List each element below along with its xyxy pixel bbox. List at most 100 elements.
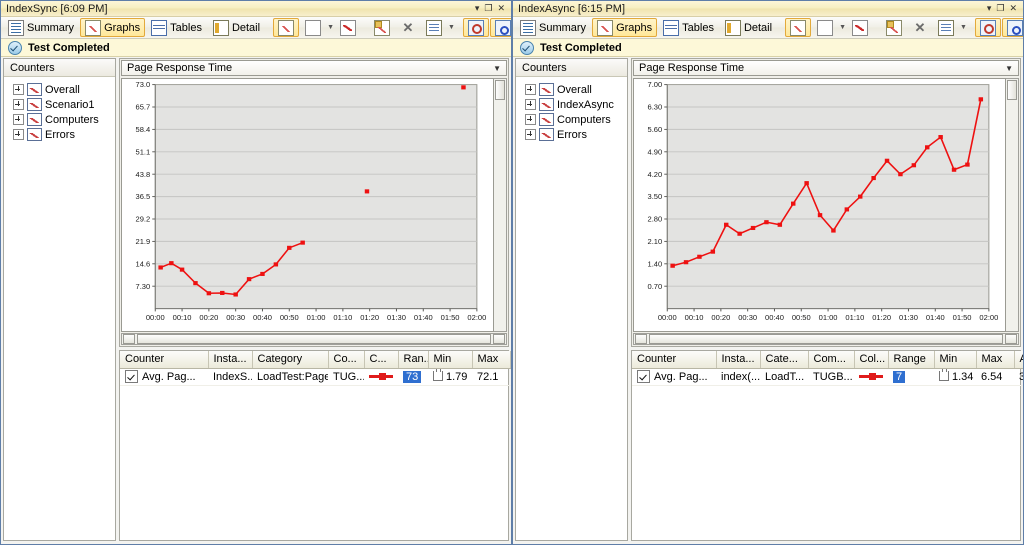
tree-item-errors[interactable]: Errors bbox=[519, 127, 624, 142]
scroll-left-cap[interactable] bbox=[123, 334, 135, 344]
th-min[interactable]: Min bbox=[428, 351, 473, 369]
svg-text:00:00: 00:00 bbox=[146, 313, 165, 322]
zoom-out-button[interactable] bbox=[1001, 18, 1023, 37]
counters-tree: Overall IndexAsync Computers Errors bbox=[516, 77, 627, 540]
th-range[interactable]: Ran... bbox=[398, 351, 429, 369]
tree-item-computers[interactable]: Computers bbox=[7, 112, 112, 127]
th-computer[interactable]: Co... bbox=[328, 351, 365, 369]
expand-plus-icon[interactable] bbox=[525, 84, 536, 95]
expand-plus-icon[interactable] bbox=[525, 129, 536, 140]
th-category[interactable]: Category bbox=[252, 351, 329, 369]
tab-tables[interactable]: Tables bbox=[658, 18, 719, 37]
plot-horizontal-scrollbar[interactable] bbox=[633, 333, 1019, 345]
add-graph-button[interactable] bbox=[369, 18, 395, 37]
tab-detail[interactable]: Detail bbox=[208, 18, 265, 37]
maximize-icon[interactable]: ❐ bbox=[484, 4, 492, 13]
layout-dropdown-arrow[interactable]: ▼ bbox=[327, 21, 334, 35]
th-min[interactable]: Min bbox=[934, 351, 977, 369]
cell-range[interactable]: 73 bbox=[398, 368, 428, 386]
tab-summary[interactable]: Summary bbox=[515, 18, 591, 37]
scrollbar-thumb[interactable] bbox=[495, 80, 505, 100]
remove-graph-button[interactable]: ✕ bbox=[396, 18, 420, 37]
graph-icon bbox=[597, 19, 614, 36]
th-category[interactable]: Cate... bbox=[760, 351, 809, 369]
tree-item-errors[interactable]: Errors bbox=[7, 127, 112, 142]
th-counter[interactable]: Counter bbox=[632, 351, 717, 369]
show-graph-button[interactable] bbox=[785, 18, 812, 37]
plot-horizontal-scrollbar[interactable] bbox=[121, 333, 507, 345]
minimize-icon[interactable]: ▾ bbox=[987, 4, 992, 13]
close-icon[interactable]: ✕ bbox=[497, 4, 505, 13]
legend-button[interactable] bbox=[933, 18, 959, 37]
expand-plus-icon[interactable] bbox=[13, 84, 24, 95]
th-instance[interactable]: Insta... bbox=[208, 351, 253, 369]
legend-dropdown-arrow[interactable]: ▼ bbox=[448, 21, 455, 35]
close-icon[interactable]: ✕ bbox=[1009, 4, 1017, 13]
tree-item-overall[interactable]: Overall bbox=[519, 82, 624, 97]
scroll-right-cap[interactable] bbox=[1005, 334, 1017, 344]
show-graph-button[interactable] bbox=[273, 18, 300, 37]
maximize-icon[interactable]: ❐ bbox=[996, 4, 1004, 13]
tab-summary-label: Summary bbox=[539, 21, 587, 34]
th-color[interactable]: C... bbox=[364, 351, 399, 369]
scroll-right-cap[interactable] bbox=[493, 334, 505, 344]
svg-text:00:30: 00:30 bbox=[738, 313, 757, 322]
plot-vertical-scrollbar[interactable] bbox=[494, 78, 507, 332]
expand-plus-icon[interactable] bbox=[13, 129, 24, 140]
scrollbar-thumb[interactable] bbox=[1007, 80, 1017, 100]
tree-item-overall[interactable]: Overall bbox=[7, 82, 112, 97]
tab-tables[interactable]: Tables bbox=[146, 18, 207, 37]
th-max[interactable]: Max bbox=[472, 351, 511, 369]
blank-panel-button[interactable] bbox=[812, 18, 838, 37]
tab-graphs[interactable]: Graphs bbox=[80, 18, 146, 37]
legend-button[interactable] bbox=[421, 18, 447, 37]
scroll-left-cap[interactable] bbox=[635, 334, 647, 344]
plot-style-button[interactable] bbox=[847, 18, 873, 37]
th-computer[interactable]: Com... bbox=[808, 351, 855, 369]
add-graph-button[interactable] bbox=[881, 18, 907, 37]
graph-selector[interactable]: Page Response Time ▼ bbox=[121, 60, 507, 76]
remove-graph-button[interactable]: ✕ bbox=[908, 18, 932, 37]
scrollbar-thumb[interactable] bbox=[649, 334, 1003, 344]
th-range[interactable]: Range bbox=[888, 351, 935, 369]
zoom-in-button[interactable] bbox=[462, 18, 489, 37]
counters-panel: Counters Overall Scenario1 Computers Err… bbox=[3, 58, 116, 541]
scrollbar-thumb[interactable] bbox=[137, 334, 491, 344]
zoom-in-button[interactable] bbox=[974, 18, 1001, 37]
legend-dropdown-arrow[interactable]: ▼ bbox=[960, 21, 967, 35]
tree-item-indexasync[interactable]: IndexAsync bbox=[519, 97, 624, 112]
table-row[interactable]: Avg. Pag... IndexS... LoadTest:Page TUG.… bbox=[120, 368, 511, 386]
tab-summary[interactable]: Summary bbox=[3, 18, 79, 37]
expand-plus-icon[interactable] bbox=[525, 99, 536, 110]
tree-item-scenario[interactable]: Scenario1 bbox=[7, 97, 112, 112]
cell-color[interactable] bbox=[854, 368, 888, 386]
table-row[interactable]: Avg. Pag... index(... LoadT... TUGB... 7… bbox=[632, 368, 1023, 386]
tree-item-computers[interactable]: Computers bbox=[519, 112, 624, 127]
expand-plus-icon[interactable] bbox=[13, 114, 24, 125]
cell-color[interactable] bbox=[364, 368, 398, 386]
graph-selector[interactable]: Page Response Time ▼ bbox=[633, 60, 1019, 76]
expand-plus-icon[interactable] bbox=[13, 99, 24, 110]
chevron-down-icon[interactable]: ▼ bbox=[493, 64, 501, 73]
svg-text:00:30: 00:30 bbox=[226, 313, 245, 322]
plot-style-icon bbox=[340, 19, 356, 36]
th-counter[interactable]: Counter bbox=[120, 351, 209, 369]
plot-vertical-scrollbar[interactable] bbox=[1006, 78, 1019, 332]
blank-panel-button[interactable] bbox=[300, 18, 326, 37]
svg-text:4.90: 4.90 bbox=[648, 148, 663, 157]
expand-plus-icon[interactable] bbox=[525, 114, 536, 125]
layout-dropdown-arrow[interactable]: ▼ bbox=[839, 21, 846, 35]
tab-graphs[interactable]: Graphs bbox=[592, 18, 658, 37]
cell-range[interactable]: 7 bbox=[888, 368, 934, 386]
row-checkbox[interactable] bbox=[125, 370, 138, 383]
th-avg[interactable]: Avg bbox=[1014, 351, 1023, 369]
chevron-down-icon[interactable]: ▼ bbox=[1005, 64, 1013, 73]
th-color[interactable]: Col... bbox=[854, 351, 889, 369]
th-max[interactable]: Max bbox=[976, 351, 1015, 369]
zoom-out-button[interactable] bbox=[489, 18, 511, 37]
minimize-icon[interactable]: ▾ bbox=[475, 4, 480, 13]
th-instance[interactable]: Insta... bbox=[716, 351, 761, 369]
row-checkbox[interactable] bbox=[637, 370, 650, 383]
plot-style-button[interactable] bbox=[335, 18, 361, 37]
tab-detail[interactable]: Detail bbox=[720, 18, 777, 37]
